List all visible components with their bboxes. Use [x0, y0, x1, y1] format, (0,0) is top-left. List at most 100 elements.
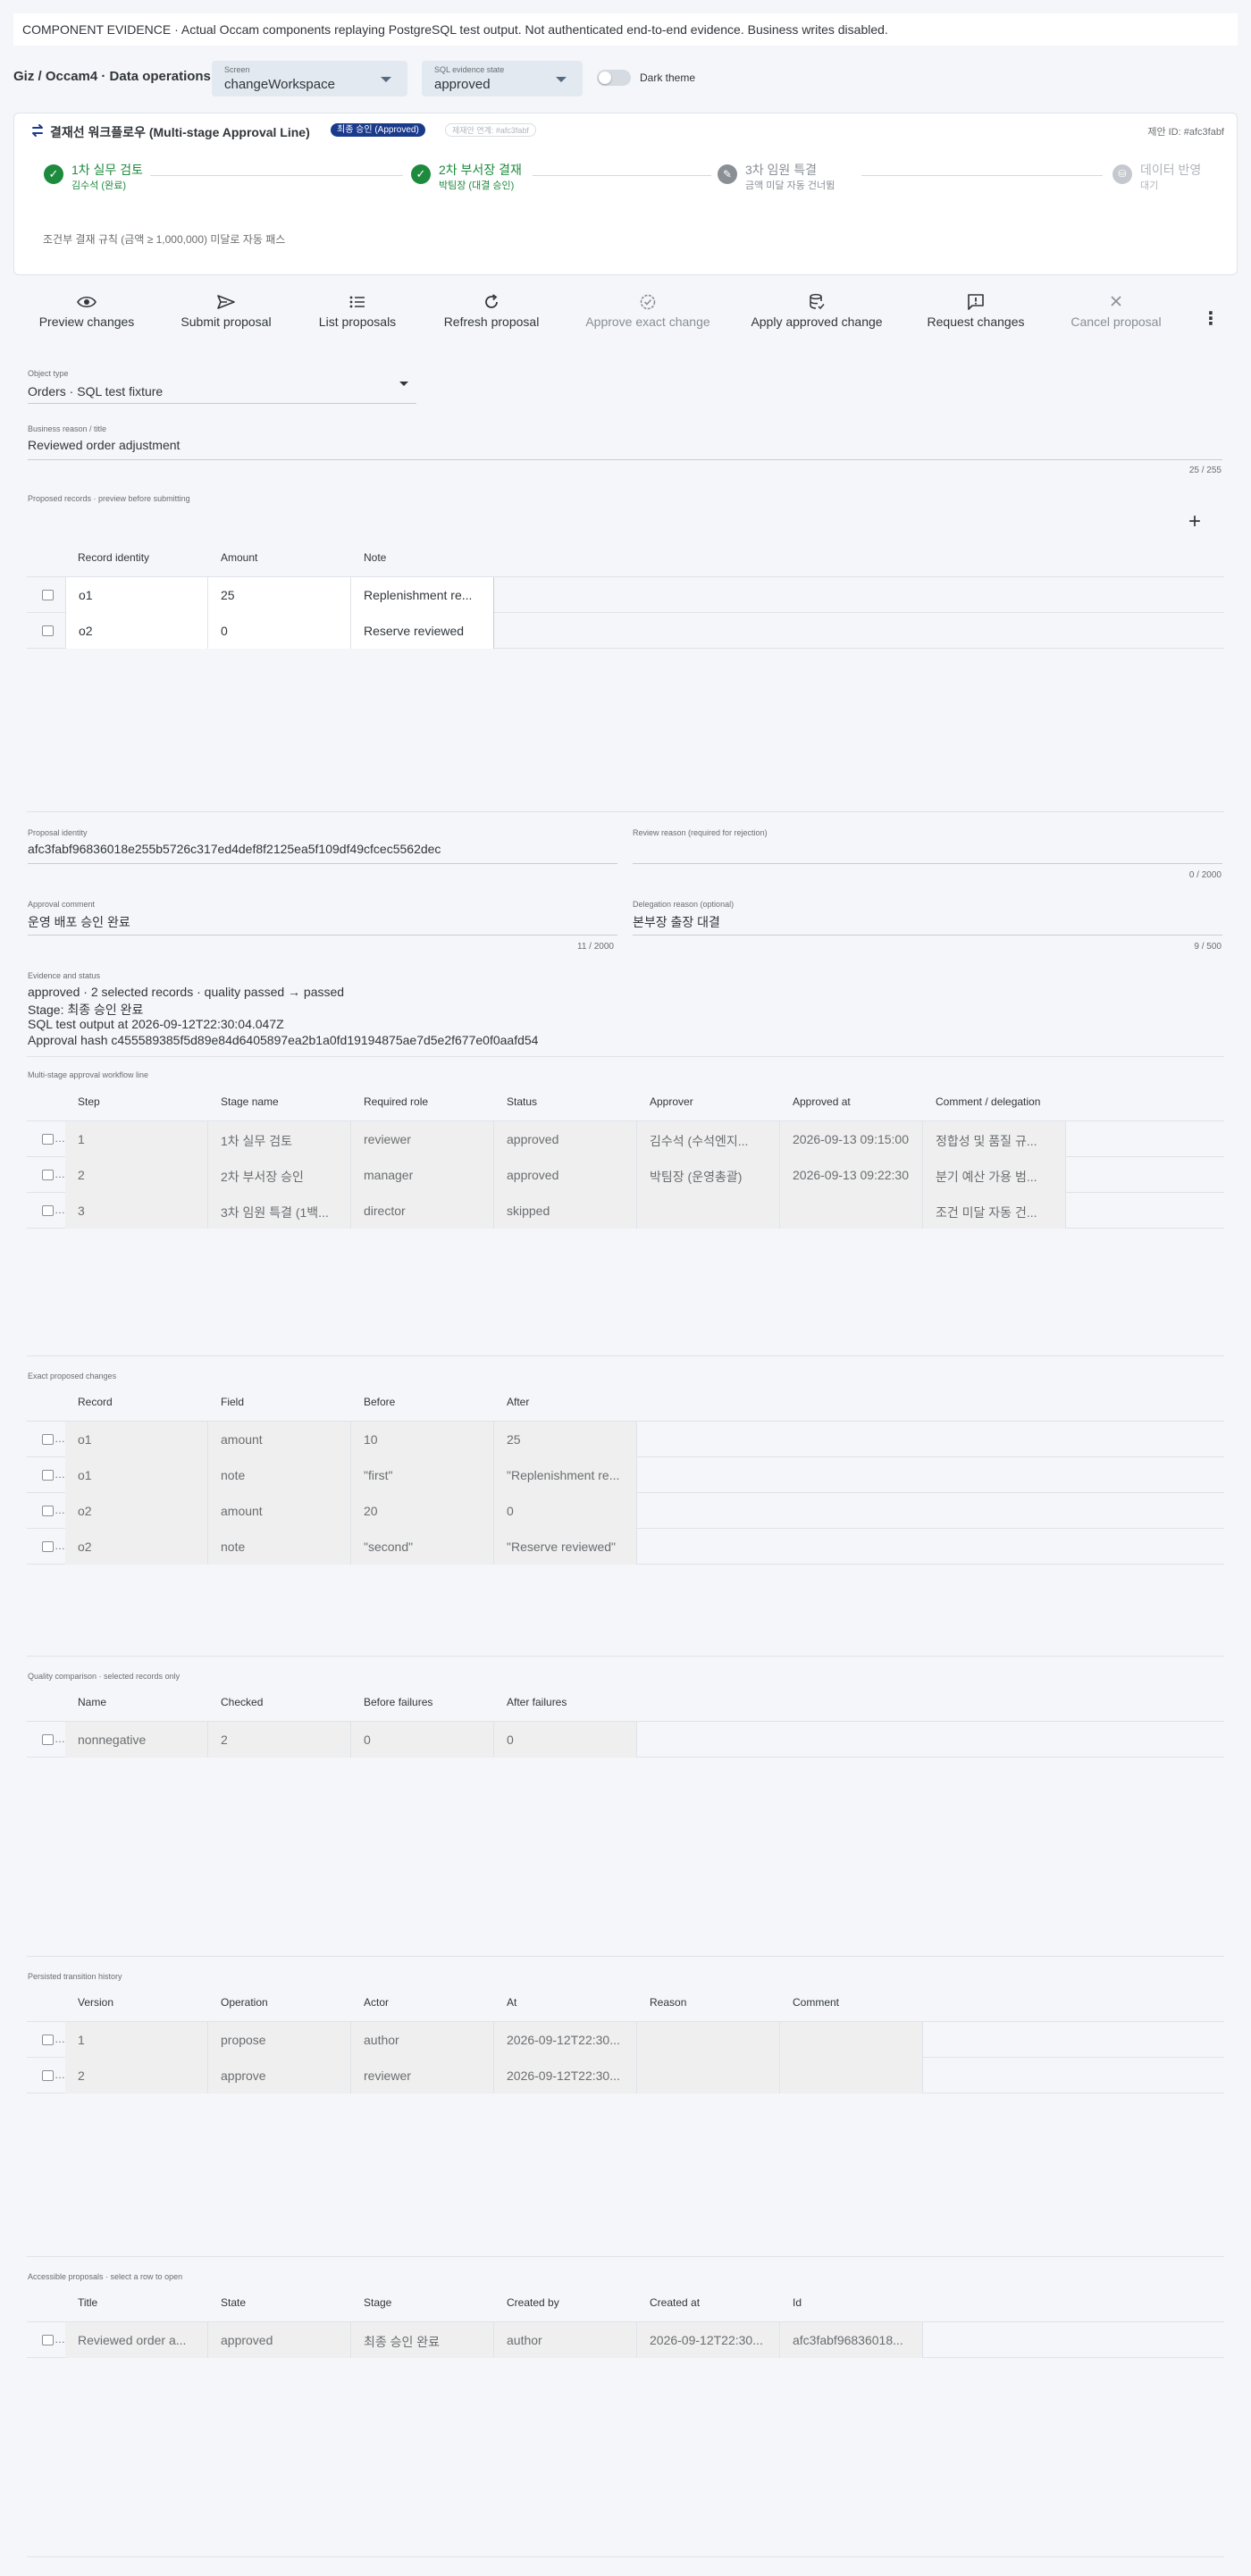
screen-select[interactable]: Screen changeWorkspace — [212, 61, 407, 96]
row-checkbox[interactable] — [42, 1734, 54, 1745]
submit-proposal-label: Submit proposal — [181, 315, 272, 329]
business-reason-input[interactable]: Reviewed order adjustment — [28, 438, 180, 452]
row-checkbox[interactable] — [42, 1134, 54, 1145]
column-header: Reason — [650, 1996, 687, 2009]
row-checkbox[interactable] — [42, 1205, 54, 1216]
step-connector — [533, 175, 711, 176]
check-icon: ✓ — [44, 164, 63, 184]
column-header: After — [507, 1396, 530, 1408]
row-checkbox[interactable] — [42, 590, 54, 600]
review-reason-input[interactable] — [633, 842, 1222, 860]
cancel-proposal-label: Cancel proposal — [1070, 315, 1162, 329]
request-changes-button[interactable]: Request changes — [904, 293, 1047, 329]
table-row[interactable]: o1 25 Replenishment re... — [27, 577, 1224, 613]
cancel-proposal-button[interactable]: Cancel proposal — [1045, 293, 1188, 329]
history-table-label: Persisted transition history — [28, 1972, 122, 1981]
approval-comment-input[interactable]: 운영 배포 승인 완료 — [28, 913, 130, 931]
object-type-label: Object type — [28, 369, 69, 378]
evidence-select-label: SQL evidence state — [434, 65, 505, 74]
column-header: Stage — [364, 2296, 392, 2309]
table-row[interactable]: … nonnegative 2 0 0 — [27, 1722, 1224, 1758]
feedback-icon — [968, 294, 984, 310]
refresh-proposal-button[interactable]: Refresh proposal — [420, 293, 563, 329]
row-checkbox[interactable] — [42, 1541, 54, 1552]
list-proposals-label: List proposals — [318, 315, 397, 329]
table-row[interactable]: … 2 2차 부서장 승인 manager approved 박팀장 (운영총괄… — [27, 1157, 1224, 1193]
row-checkbox[interactable] — [42, 625, 54, 636]
workflow-title: 결재선 워크플로우 (Multi-stage Approval Line) — [50, 125, 310, 139]
preview-changes-button[interactable]: Preview changes — [15, 293, 158, 329]
field-underline — [28, 935, 617, 936]
table-row[interactable]: … Reviewed order a... approved 최종 승인 완료 … — [27, 2322, 1224, 2358]
more-options-icon[interactable]: ⋮ — [1202, 307, 1220, 330]
history-table: Version Operation Actor At Reason Commen… — [27, 1985, 1224, 2259]
step-sub: 대기 — [1140, 180, 1159, 191]
column-header: Record identity — [78, 551, 150, 564]
column-header: Required role — [364, 1095, 429, 1108]
chevron-down-icon[interactable] — [399, 382, 408, 386]
step-name: 3차 임원 특결 — [745, 163, 817, 177]
evidence-status-label: Evidence and status — [28, 971, 101, 980]
list-proposals-button[interactable]: List proposals — [286, 293, 429, 329]
row-checkbox[interactable] — [42, 1434, 54, 1445]
business-reason-label: Business reason / title — [28, 424, 107, 433]
table-row[interactable]: … 1 propose author 2026-09-12T22:30... — [27, 2022, 1224, 2058]
approve-exact-change-label: Approve exact change — [585, 315, 710, 329]
row-checkbox[interactable] — [42, 2335, 54, 2345]
refresh-proposal-label: Refresh proposal — [443, 315, 540, 329]
changes-table-label: Exact proposed changes — [28, 1372, 117, 1380]
table-row[interactable]: … 1 1차 실무 검토 reviewer approved 김수석 (수석엔지… — [27, 1121, 1224, 1157]
approval-comment-label: Approval comment — [28, 900, 96, 909]
list-icon — [349, 296, 365, 308]
column-header: Id — [793, 2296, 802, 2309]
review-reason-label: Review reason (required for rejection) — [633, 828, 768, 837]
quality-table: Name Checked Before failures After failu… — [27, 1685, 1224, 1959]
column-header: Field — [221, 1396, 245, 1408]
preview-changes-label: Preview changes — [38, 315, 135, 329]
approve-exact-change-button[interactable]: Approve exact change — [576, 293, 719, 329]
field-underline — [28, 863, 617, 864]
table-row[interactable]: … o1 note "first" "Replenishment re... — [27, 1457, 1224, 1493]
column-header: Note — [364, 551, 387, 564]
column-header: Actor — [364, 1996, 390, 2009]
row-checkbox[interactable] — [42, 1506, 54, 1516]
row-checkbox[interactable] — [42, 1170, 54, 1180]
submit-proposal-button[interactable]: Submit proposal — [155, 293, 298, 329]
close-icon — [1111, 296, 1121, 306]
add-icon[interactable]: + — [1188, 509, 1201, 534]
apply-approved-change-button[interactable]: Apply approved change — [745, 293, 888, 329]
char-counter: 11 / 2000 — [577, 942, 614, 952]
chevron-down-icon — [556, 77, 567, 82]
check-icon: ✓ — [411, 164, 431, 184]
column-header: Created by — [507, 2296, 559, 2309]
delegation-reason-input[interactable]: 본부장 출장 대결 — [633, 913, 720, 931]
field-underline — [633, 863, 1222, 864]
apply-approved-change-label: Apply approved change — [751, 315, 883, 329]
table-row[interactable]: … 3 3차 임원 특결 (1백... director skipped 조건 … — [27, 1193, 1224, 1229]
column-header: Record — [78, 1396, 113, 1408]
table-row[interactable]: … o2 note "second" "Reserve reviewed" — [27, 1529, 1224, 1565]
proposals-table-label: Accessible proposals · select a row to o… — [28, 2272, 183, 2281]
proposal-identity-label: Proposal identity — [28, 828, 88, 837]
char-counter: 25 / 255 — [1188, 466, 1222, 475]
toggle-knob — [599, 71, 611, 84]
proposals-table: Title State Stage Created by Created at … — [27, 2286, 1224, 2559]
table-row[interactable]: … o1 amount 10 25 — [27, 1422, 1224, 1457]
evidence-select-value: approved — [434, 77, 491, 92]
table-row[interactable]: … o2 amount 20 0 — [27, 1493, 1224, 1529]
proposed-records-table: Record identity Amount Note o1 25 Replen… — [27, 541, 1224, 812]
row-checkbox[interactable] — [42, 1470, 54, 1481]
table-row[interactable]: … 2 approve reviewer 2026-09-12T22:30... — [27, 2058, 1224, 2094]
evidence-line: Stage: 최종 승인 완료 — [28, 1003, 144, 1017]
column-header: Created at — [650, 2296, 701, 2309]
proposed-records-label: Proposed records · preview before submit… — [28, 494, 190, 503]
object-type-value[interactable]: Orders · SQL test fixture — [28, 384, 163, 399]
column-header: Before — [364, 1396, 396, 1408]
column-header: Checked — [221, 1696, 264, 1708]
row-checkbox[interactable] — [42, 2035, 54, 2045]
row-checkbox[interactable] — [42, 2070, 54, 2081]
evidence-state-select[interactable]: SQL evidence state approved — [422, 61, 583, 96]
column-header: Before failures — [364, 1696, 433, 1708]
table-row[interactable]: o2 0 Reserve reviewed — [27, 613, 1224, 649]
column-header: Approved at — [793, 1095, 851, 1108]
